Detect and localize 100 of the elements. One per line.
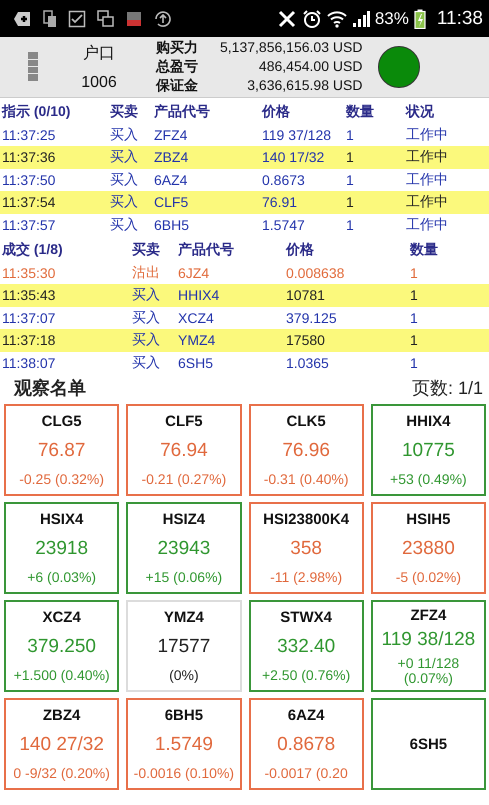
quote-price: 76.87 bbox=[38, 440, 86, 462]
table-cell-text: 1 bbox=[410, 354, 419, 371]
column-header: 产品代号 bbox=[154, 103, 211, 122]
table-cell-text: 17580 bbox=[286, 332, 326, 348]
column-header: 买卖 bbox=[110, 103, 139, 122]
quote-symbol: HSI23800K4 bbox=[263, 511, 350, 528]
quote-symbol: ZFZ4 bbox=[410, 606, 446, 624]
quote-tile[interactable]: HSIH5 23880 -5 (0.02%) bbox=[370, 502, 486, 594]
quote-symbol: STWX4 bbox=[280, 609, 332, 626]
quote-tile[interactable]: 6BH5 1.5749 -0.0016 (0.10%) bbox=[126, 698, 242, 790]
table-cell-text: 买入 bbox=[132, 354, 161, 372]
quote-price: 10775 bbox=[402, 440, 455, 462]
table-cell-text: 140 17/32 bbox=[262, 149, 326, 166]
table-cell-text: 11:35:43 bbox=[2, 287, 56, 304]
table-cell-text: 11:37:57 bbox=[2, 216, 56, 233]
quote-price: 76.94 bbox=[160, 440, 208, 462]
quote-change: +6 (0.03%) bbox=[27, 570, 96, 585]
table-cell-text: 11:37:25 bbox=[2, 126, 56, 143]
table-cell-text: 119 37/128 bbox=[262, 126, 332, 143]
quote-symbol: HSIH5 bbox=[406, 511, 450, 528]
quote-change: -0.31 (0.40%) bbox=[264, 472, 349, 487]
table-cell-text: 1 bbox=[410, 264, 419, 281]
table-cell-text: ZBZ4 bbox=[154, 149, 190, 166]
column-header: 产品代号 bbox=[178, 241, 235, 260]
quote-tile[interactable]: HSIZ4 23943 +15 (0.06%) bbox=[126, 502, 242, 594]
quote-symbol: HHIX4 bbox=[406, 413, 450, 430]
vibrate-off-icon bbox=[276, 8, 297, 28]
table-cell-text: 10781 bbox=[286, 287, 326, 304]
clock-time: 11:38 bbox=[436, 8, 483, 30]
quote-tile[interactable]: YMZ4 17577 (0%) bbox=[126, 600, 242, 692]
table-cell-text: 1 bbox=[346, 216, 355, 233]
quote-price: 23943 bbox=[157, 538, 210, 560]
table-cell-text: 379.125 bbox=[286, 310, 338, 326]
quote-price: 332.40 bbox=[277, 636, 336, 658]
column-header: 价格 bbox=[286, 241, 315, 260]
table-cell-text: 0.008638 bbox=[286, 264, 346, 281]
account-label: 户口 bbox=[83, 44, 115, 64]
quote-tile[interactable]: CLF5 76.94 -0.21 (0.27%) bbox=[126, 404, 242, 496]
table-cell: 工作中 bbox=[406, 193, 448, 212]
table-cell-text: YMZ4 bbox=[178, 332, 216, 348]
table-cell: 工作中 bbox=[406, 216, 448, 234]
quote-tile[interactable]: XCZ4 379.250 +1.500 (0.40%) bbox=[4, 600, 120, 692]
quote-price: 76.96 bbox=[282, 440, 330, 462]
table-cell-text: 6JZ4 bbox=[178, 264, 210, 281]
battery-percent: 83% bbox=[374, 8, 409, 28]
quote-tile[interactable]: CLK5 76.96 -0.31 (0.40%) bbox=[248, 404, 364, 496]
quote-tile[interactable]: 6AZ4 0.8678 -0.0017 (0.20 bbox=[248, 698, 364, 790]
quote-tile[interactable]: HSIX4 23918 +6 (0.03%) bbox=[4, 502, 120, 594]
quote-symbol: CLK5 bbox=[286, 413, 326, 430]
field-label: 购买力 bbox=[156, 39, 198, 57]
table-cell-text: HHIX4 bbox=[178, 287, 220, 304]
quote-symbol: HSIZ4 bbox=[162, 511, 206, 528]
highlighted-row[interactable]: 11:37:18 买入 YMZ4 17580 1 bbox=[0, 329, 489, 352]
highlighted-row[interactable]: 11:37:54 买入 CLF5 76.91 1 工作中 bbox=[0, 191, 489, 214]
battery-icon bbox=[414, 8, 426, 28]
quote-tile[interactable]: HSI23800K4 358 -11 (2.98%) bbox=[248, 502, 364, 594]
table-cell-text: 1 bbox=[410, 287, 419, 304]
quote-tile[interactable]: HHIX4 10775 +53 (0.49%) bbox=[370, 404, 486, 496]
quote-tile[interactable]: STWX4 332.40 +2.50 (0.76%) bbox=[248, 600, 364, 692]
alarm-icon bbox=[302, 8, 322, 28]
table-cell-text: 1 bbox=[346, 126, 355, 143]
table-cell-text: 沽出 bbox=[132, 264, 161, 282]
quote-change: +1.500 (0.40%) bbox=[14, 668, 110, 683]
table-cell-text: 买入 bbox=[110, 193, 139, 212]
table-cell-text: 1 bbox=[410, 310, 419, 326]
sim-card-icon bbox=[126, 10, 142, 26]
quote-change: (0%) bbox=[169, 668, 199, 683]
quote-price: 17577 bbox=[157, 636, 210, 658]
quote-change: -0.0017 (0.20 bbox=[264, 766, 348, 781]
quote-tile[interactable]: ZFZ4 119 38/128 +0 11/128 (0.07%) bbox=[370, 600, 486, 692]
table-cell-text: 1.5747 bbox=[262, 216, 306, 233]
quote-change: +2.50 (0.76%) bbox=[262, 668, 350, 683]
field-value: 3,636,615.98 USD bbox=[246, 77, 362, 95]
table-cell-text: 6SH5 bbox=[178, 354, 214, 371]
table-cell-text: CLF5 bbox=[154, 194, 190, 210]
quote-tile[interactable]: CLG5 76.87 -0.25 (0.32%) bbox=[4, 404, 120, 496]
table-cell-text: 11:37:36 bbox=[2, 149, 56, 166]
quote-change: -0.25 (0.32%) bbox=[19, 472, 104, 487]
table-cell-text: 11:37:50 bbox=[2, 172, 56, 188]
quote-tile[interactable]: 6SH5 bbox=[370, 698, 486, 790]
column-header: 状况 bbox=[406, 103, 434, 122]
plus-icon bbox=[14, 10, 32, 28]
quote-symbol: CLG5 bbox=[42, 413, 82, 430]
windows-icon bbox=[97, 10, 115, 28]
column-header: 数量 bbox=[410, 241, 439, 260]
quote-symbol: HSIX4 bbox=[40, 511, 84, 528]
quote-price: 1.5749 bbox=[154, 734, 213, 756]
quote-price: 119 38/128 bbox=[382, 628, 476, 651]
table-cell-text: 买入 bbox=[132, 331, 161, 350]
checkbox-icon bbox=[68, 10, 86, 28]
table-cell-text: XCZ4 bbox=[178, 310, 215, 326]
field-label: 保证金 bbox=[156, 77, 198, 95]
highlighted-row[interactable]: 11:35:43 买入 HHIX4 10781 1 bbox=[0, 284, 489, 306]
watchlist-title: 观察名单 bbox=[14, 377, 86, 400]
field-value: 486,454.00 USD bbox=[258, 58, 362, 76]
quote-change: -0.0016 (0.10%) bbox=[134, 766, 234, 781]
highlighted-row[interactable]: 11:37:36 买入 ZBZ4 140 17/32 1 工作中 bbox=[0, 146, 489, 168]
quote-tile[interactable]: ZBZ4 140 27/32 0 -9/32 (0.20%) bbox=[4, 698, 120, 790]
table-cell-text: 11:37:07 bbox=[2, 310, 56, 326]
menu-button[interactable] bbox=[28, 52, 38, 82]
